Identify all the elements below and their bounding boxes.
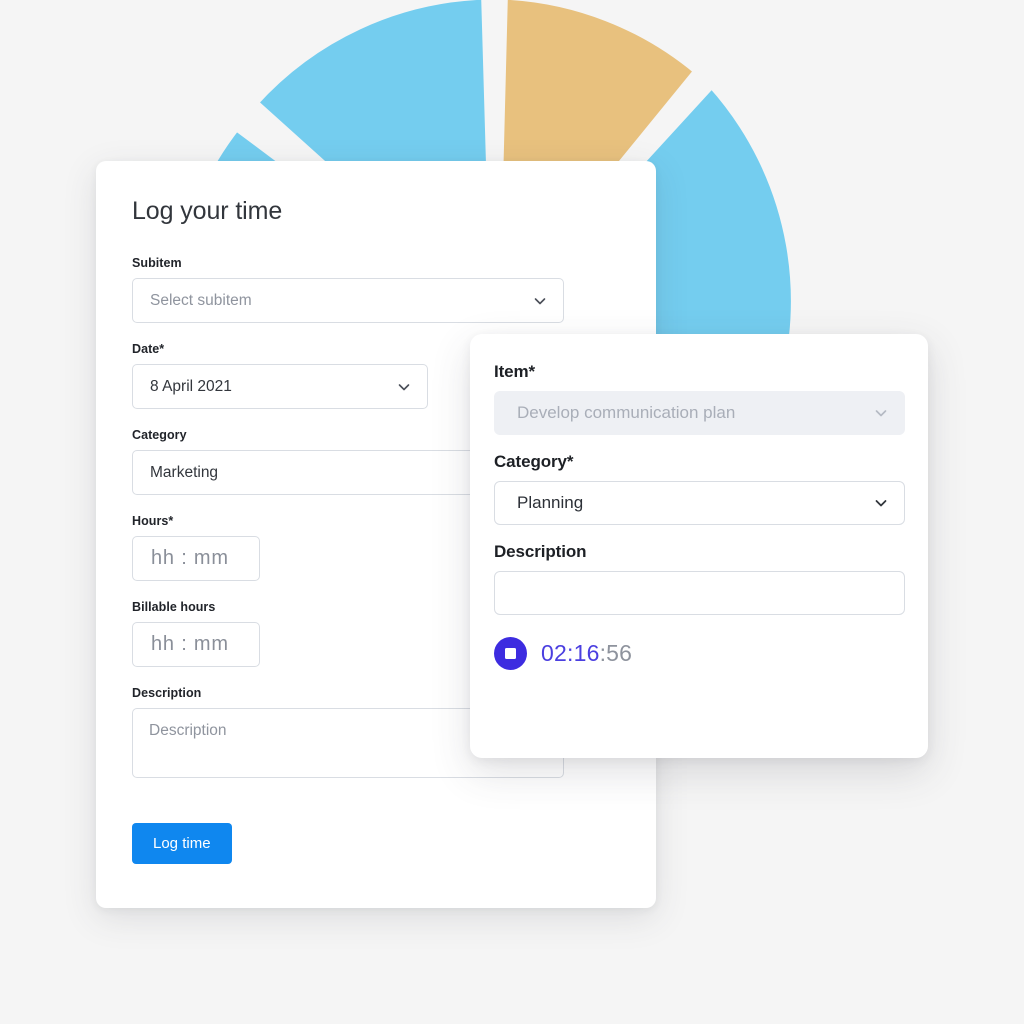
date-select[interactable]: 8 April 2021	[132, 364, 428, 409]
description-placeholder: Description	[149, 722, 227, 739]
quick-category-label: Category*	[494, 452, 574, 471]
timer-value: 02:16:56	[541, 640, 632, 667]
category-value: Marketing	[150, 463, 219, 481]
hours-placeholder: hh : mm	[151, 547, 229, 569]
item-value: Develop communication plan	[517, 403, 736, 422]
field-group-subitem: Subitem Select subitem	[132, 256, 620, 323]
screenshot-stage: Log your time Subitem Select subitem Dat…	[0, 0, 1024, 1024]
quick-description-input[interactable]	[494, 571, 905, 615]
field-group-quick-description: Description	[494, 542, 905, 615]
quick-category-select[interactable]: Planning	[494, 481, 905, 525]
item-select[interactable]: Develop communication plan	[494, 391, 905, 435]
chevron-down-icon	[398, 383, 410, 390]
chevron-down-icon	[534, 297, 546, 304]
billable-hours-placeholder: hh : mm	[151, 633, 229, 655]
stop-square-icon[interactable]	[494, 637, 527, 670]
quick-category-value: Planning	[517, 493, 584, 512]
timer-hours-minutes: 02:16	[541, 640, 600, 666]
quick-log-card: Item* Develop communication plan Categor…	[470, 334, 928, 758]
subitem-label: Subitem	[132, 256, 182, 270]
page-title: Log your time	[132, 197, 283, 225]
field-group-quick-category: Category* Planning	[494, 452, 905, 525]
item-label: Item*	[494, 362, 536, 381]
subitem-select[interactable]: Select subitem	[132, 278, 564, 323]
timer-row: 02:16:56	[494, 637, 904, 670]
subitem-value: Select subitem	[150, 291, 252, 309]
timer-seconds: :56	[599, 640, 633, 666]
billable-hours-input[interactable]: hh : mm	[132, 622, 260, 667]
log-time-button[interactable]: Log time	[132, 823, 232, 864]
chevron-down-icon	[875, 410, 887, 417]
chevron-down-icon	[875, 500, 887, 507]
hours-input[interactable]: hh : mm	[132, 536, 260, 581]
quick-description-label: Description	[494, 542, 587, 561]
date-value: 8 April 2021	[150, 377, 232, 395]
stop-glyph	[505, 648, 516, 659]
field-group-item: Item* Develop communication plan	[494, 362, 905, 435]
